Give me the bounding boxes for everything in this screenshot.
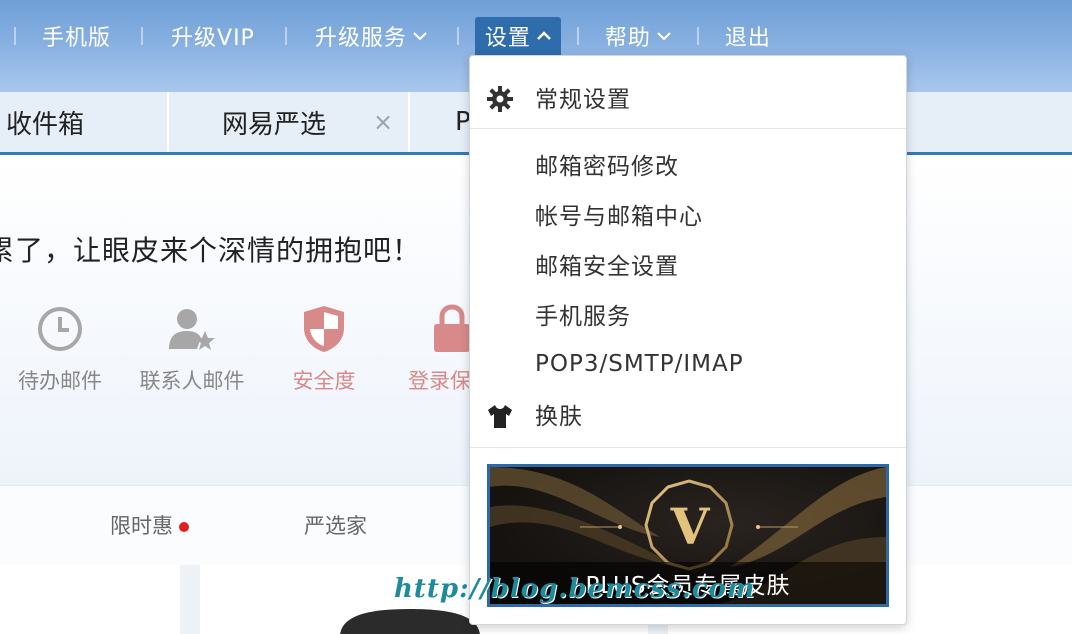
- shield-icon: [304, 306, 344, 352]
- menu-item-label: 手机服务: [535, 304, 631, 330]
- menu-item-general-settings[interactable]: 常规设置: [470, 74, 906, 120]
- product-image: [340, 609, 480, 634]
- menu-item-label: 邮箱密码修改: [535, 154, 679, 180]
- menu-item-mobile-service[interactable]: 手机服务: [470, 291, 906, 337]
- nav-logout[interactable]: 退出: [715, 17, 781, 55]
- settings-dropdown-menu: 常规设置 邮箱密码修改 帐号与邮箱中心 邮箱安全设置 手机服务 POP3/SMT…: [469, 55, 907, 625]
- menu-item-label: 帐号与邮箱中心: [535, 204, 703, 230]
- nav-separator: [14, 27, 16, 45]
- top-nav: 手机版 升级VIP 升级服务 设置 帮助 退出: [0, 16, 781, 56]
- product-card[interactable]: [0, 565, 180, 634]
- tab-divider: [408, 92, 410, 152]
- nav-logout-label: 退出: [724, 26, 771, 51]
- chevron-down-icon: [413, 32, 427, 41]
- tab-yanxuan-label: 网易严选: [222, 109, 327, 140]
- menu-item-label: 常规设置: [535, 87, 631, 113]
- nav-mobile-version-label: 手机版: [42, 26, 112, 51]
- nav-upgrade-vip-label: 升级VIP: [171, 26, 255, 51]
- tab-inbox-label: 收件箱: [6, 109, 85, 140]
- nav-help[interactable]: 帮助: [595, 17, 681, 55]
- strip-yanxuan-home[interactable]: 严选家: [304, 510, 367, 540]
- nav-separator: [576, 27, 579, 45]
- menu-item-label: POP3/SMTP/IMAP: [535, 351, 744, 377]
- nav-separator: [141, 27, 144, 45]
- shortcut-label: 待办邮件: [18, 369, 102, 393]
- menu-item-pop3-smtp-imap[interactable]: POP3/SMTP/IMAP: [470, 341, 906, 387]
- shortcut-label: 安全度: [292, 369, 356, 393]
- shortcut-label: 联系人邮件: [139, 369, 245, 393]
- strip-limited-offer[interactable]: 限时惠: [110, 510, 189, 540]
- strip-yanxuan-home-label: 严选家: [304, 514, 367, 538]
- menu-item-label: 换肤: [535, 404, 583, 430]
- nav-separator: [456, 27, 459, 45]
- tab-inbox[interactable]: 收件箱: [6, 92, 84, 152]
- nav-settings-label: 设置: [484, 26, 531, 51]
- nav-upgrade-service-label: 升级服务: [314, 26, 407, 51]
- shortcut-contact-mail[interactable]: 联系人邮件: [130, 303, 254, 395]
- tab-close-icon[interactable]: ×: [373, 108, 393, 136]
- menu-item-label: 邮箱安全设置: [535, 254, 679, 280]
- nav-mobile-version[interactable]: 手机版: [32, 17, 121, 55]
- contact-star-icon: [169, 309, 215, 350]
- menu-divider: [470, 447, 906, 448]
- nav-upgrade-vip[interactable]: 升级VIP: [161, 17, 265, 55]
- chevron-down-icon: [657, 32, 671, 41]
- tab-divider: [167, 92, 169, 152]
- plus-v-emblem: V: [670, 497, 710, 556]
- nav-separator: [284, 27, 287, 45]
- nav-help-label: 帮助: [604, 26, 651, 51]
- shortcut-todo-mail[interactable]: 待办邮件: [10, 303, 110, 395]
- shortcut-security-level[interactable]: 安全度: [274, 303, 374, 395]
- lock-icon: [434, 304, 470, 352]
- chevron-up-icon: [537, 31, 551, 40]
- nav-separator: [696, 27, 699, 45]
- nav-upgrade-service[interactable]: 升级服务: [305, 17, 437, 55]
- tab-yanxuan[interactable]: 网易严选: [222, 92, 326, 152]
- menu-item-account-center[interactable]: 帐号与邮箱中心: [470, 191, 906, 237]
- new-dot-badge: [179, 522, 189, 532]
- tshirt-icon: [488, 405, 512, 428]
- greeting-headline: 累了，让眼皮来个深情的拥抱吧！: [0, 234, 422, 267]
- menu-item-security-settings[interactable]: 邮箱安全设置: [470, 241, 906, 287]
- clock-icon: [38, 307, 82, 351]
- site-watermark: http://blog.bemcss.com: [394, 574, 756, 604]
- menu-divider: [470, 128, 906, 129]
- nav-settings[interactable]: 设置: [474, 17, 561, 55]
- menu-item-password-change[interactable]: 邮箱密码修改: [470, 141, 906, 187]
- gear-icon: [487, 86, 513, 112]
- strip-limited-offer-label: 限时惠: [110, 514, 173, 538]
- menu-item-change-skin[interactable]: 换肤: [470, 391, 906, 437]
